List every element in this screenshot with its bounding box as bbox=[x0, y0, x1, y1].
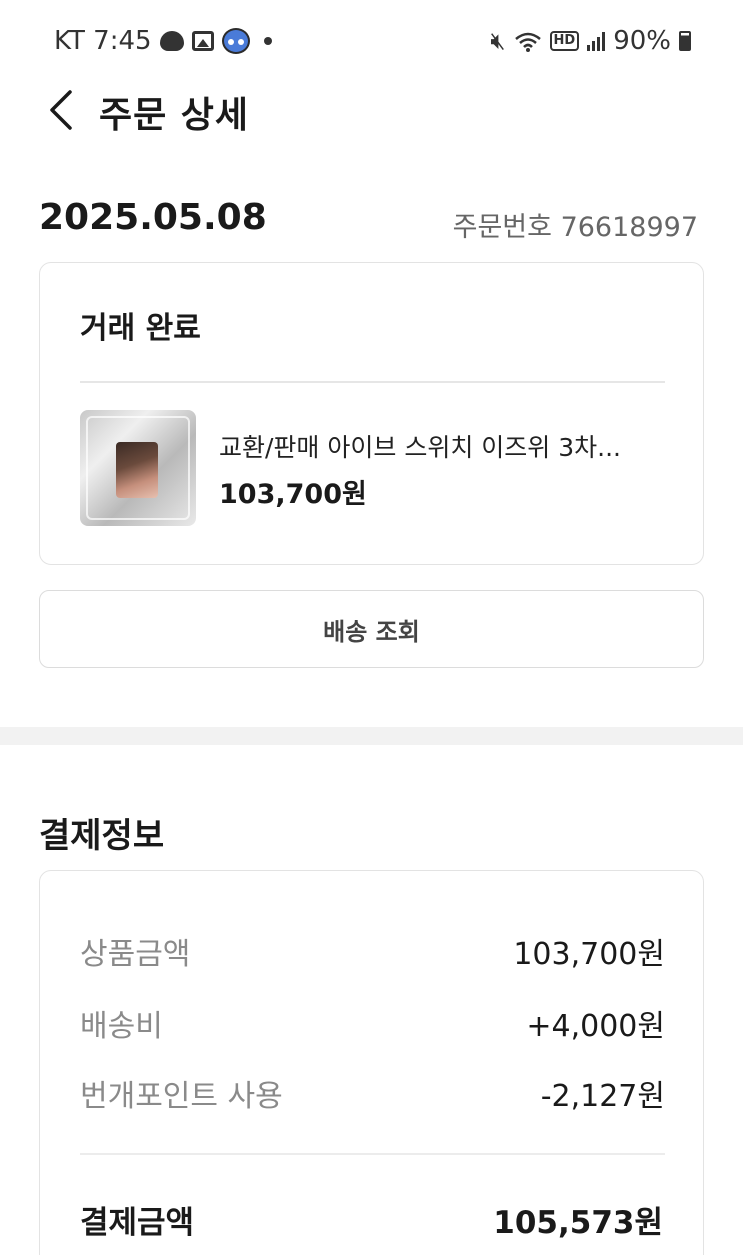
product-price: 103,700원 bbox=[219, 479, 367, 510]
payment-card: 상품금액 103,700원 배송비 +4,000원 번개포인트 사용 -2,12… bbox=[39, 870, 704, 1255]
photocard-image bbox=[116, 442, 158, 498]
back-icon[interactable] bbox=[44, 88, 84, 132]
order-date: 2025.05.08 bbox=[39, 197, 267, 238]
status-bar-left: KT 7:45 bbox=[54, 26, 272, 56]
mute-icon: 🔇︎ bbox=[490, 27, 506, 55]
wifi-icon bbox=[514, 30, 542, 52]
payment-row-label: 상품금액 bbox=[80, 937, 191, 972]
payment-section-title: 결제정보 bbox=[39, 816, 165, 856]
cloud-notification-icon bbox=[159, 31, 184, 51]
divider bbox=[80, 1153, 665, 1155]
divider bbox=[80, 381, 665, 383]
status-bar: KT 7:45 🔇︎ HD 90% bbox=[0, 0, 743, 84]
status-bar-right: 🔇︎ HD 90% bbox=[490, 26, 691, 56]
battery-percent: 90% bbox=[613, 26, 671, 56]
order-number: 주문번호 76618997 bbox=[452, 212, 698, 243]
payment-row-points-used: 번개포인트 사용 -2,127원 bbox=[80, 1071, 665, 1114]
track-delivery-button[interactable]: 배송 조회 bbox=[39, 590, 704, 668]
payment-row-shipping-fee: 배송비 +4,000원 bbox=[80, 1001, 665, 1044]
hd-icon: HD bbox=[549, 31, 580, 51]
battery-icon bbox=[679, 31, 691, 51]
more-notifications-dot-icon bbox=[263, 37, 272, 45]
payment-row-label: 배송비 bbox=[80, 1009, 163, 1044]
order-card[interactable]: 거래 완료 교환/판매 아이브 스위치 이즈위 3차... 103,700원 bbox=[39, 262, 704, 565]
payment-row-product-amount: 상품금액 103,700원 bbox=[80, 929, 665, 972]
total-payment-label: 결제금액 bbox=[80, 1205, 195, 1241]
order-status: 거래 완료 bbox=[80, 311, 201, 346]
section-divider bbox=[0, 727, 743, 745]
carrier-time: KT 7:45 bbox=[54, 26, 152, 56]
page-title: 주문 상세 bbox=[99, 95, 250, 136]
app-notification-icon bbox=[221, 28, 250, 54]
product-name[interactable]: 교환/판매 아이브 스위치 이즈위 3차... bbox=[219, 428, 669, 464]
product-thumbnail[interactable] bbox=[80, 410, 196, 526]
total-payment-value: 105,573원 bbox=[493, 1205, 663, 1241]
payment-row-label: 번개포인트 사용 bbox=[80, 1079, 283, 1114]
payment-row-value: +4,000원 bbox=[526, 1009, 665, 1044]
header: 주문 상세 bbox=[0, 84, 743, 144]
payment-row-value: -2,127원 bbox=[540, 1079, 665, 1114]
signal-icon bbox=[587, 31, 606, 51]
gallery-notification-icon bbox=[191, 31, 214, 51]
payment-row-value: 103,700원 bbox=[513, 937, 665, 972]
